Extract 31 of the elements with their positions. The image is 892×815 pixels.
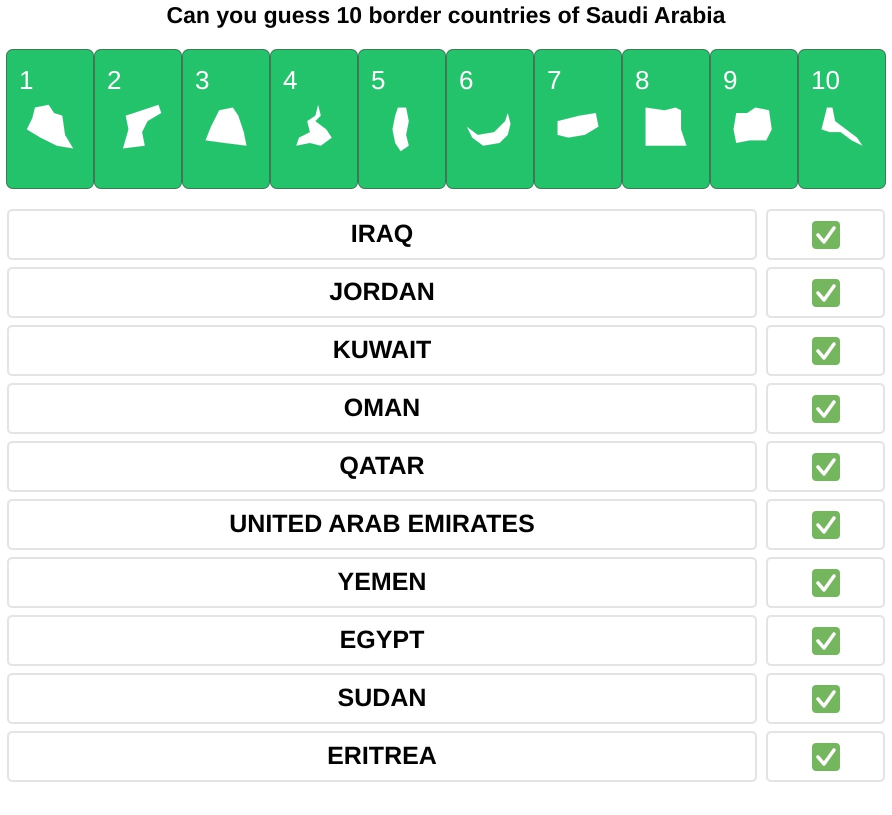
country-map-icon xyxy=(296,104,332,146)
tile-number: 5 xyxy=(371,64,386,96)
answer-box: SUDAN xyxy=(7,673,757,724)
answer-box: OMAN xyxy=(7,383,757,434)
answer-box: JORDAN xyxy=(7,267,757,318)
answer-box: ERITREA xyxy=(7,731,757,782)
country-map-icon xyxy=(122,104,162,149)
country-map-icon xyxy=(645,107,687,146)
answer-box: KUWAIT xyxy=(7,325,757,376)
tile-number: 2 xyxy=(107,64,122,96)
country-map-icon xyxy=(733,107,772,144)
quiz-title: Can you guess 10 border countries of Saudi Arabia xyxy=(166,1,726,29)
tile-number: 4 xyxy=(283,64,298,96)
country-map-icon xyxy=(392,107,409,152)
tile-number: 1 xyxy=(19,64,34,96)
country-map-icon xyxy=(821,107,863,146)
tile-number: 3 xyxy=(195,64,210,96)
tile-number: 8 xyxy=(635,64,650,96)
country-map-icon xyxy=(26,104,74,149)
tile-number: 9 xyxy=(723,64,738,96)
answer-box: UNITED ARAB EMIRATES xyxy=(7,499,757,550)
answer-box: IRAQ xyxy=(7,209,757,260)
tile-number: 10 xyxy=(811,64,840,96)
tile-number: 7 xyxy=(547,64,562,96)
country-map-icon xyxy=(205,107,247,146)
tile-number: 6 xyxy=(459,64,474,96)
answer-box: QATAR xyxy=(7,441,757,492)
answer-box: EGYPT xyxy=(7,615,757,666)
answer-box: YEMEN xyxy=(7,557,757,608)
country-map-icon xyxy=(466,112,511,146)
country-map-icon xyxy=(557,112,599,138)
